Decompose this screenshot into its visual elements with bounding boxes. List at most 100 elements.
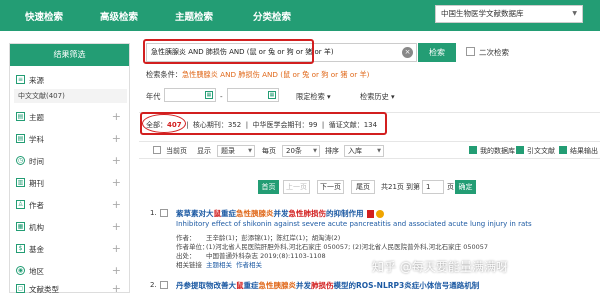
confirm-button[interactable]: 确定 xyxy=(455,180,476,194)
result-title[interactable]: 紫草素对大鼠重症急性胰腺炎并发急性肺损伤的抑制作用 xyxy=(176,208,384,219)
result-title[interactable]: 丹参提取物改善大鼠重症急性胰腺炎并发肺损伤模型的ROS-NLRP3炎症小体信号通… xyxy=(176,280,479,291)
pdf-icon[interactable] xyxy=(366,210,374,218)
sidebar-item-journal[interactable]: ▥ 期刊 + xyxy=(10,173,131,195)
display-label: 显示 xyxy=(197,147,211,155)
per-page-label: 每页 xyxy=(262,147,276,155)
expand-plus-icon[interactable]: + xyxy=(112,176,121,189)
last-page-button[interactable]: 尾页 xyxy=(351,180,375,194)
sidebar-item-discipline[interactable]: ▤ 学科 + xyxy=(10,129,131,151)
source-chinese-docs[interactable]: 中文文献(407) xyxy=(14,89,127,103)
first-page-button[interactable]: 首页 xyxy=(258,180,279,194)
document-icon: ▢ xyxy=(16,284,25,293)
author-related-link[interactable]: 作者相关 xyxy=(236,259,262,269)
expand-plus-icon[interactable]: + xyxy=(112,242,121,255)
calendar-icon[interactable]: ▦ xyxy=(268,91,276,99)
prev-page-button[interactable]: 上一页 xyxy=(283,180,310,194)
search-history-dropdown[interactable]: 检索历史 ▾ xyxy=(360,92,395,102)
expand-plus-icon[interactable]: + xyxy=(112,220,121,233)
current-page-checkbox[interactable] xyxy=(153,146,161,154)
page-number-input[interactable]: 1 xyxy=(422,180,444,194)
year-separator: - xyxy=(220,92,223,101)
year-label: 年代 xyxy=(146,92,161,101)
next-page-button[interactable]: 下一页 xyxy=(317,180,344,194)
result-checkbox[interactable] xyxy=(160,281,168,289)
result-checkbox[interactable] xyxy=(160,209,168,217)
title-part: 模型的ROS-NLRP3炎症小体信号通路机制 xyxy=(333,281,480,290)
sidebar-item-label: 时间 xyxy=(29,157,44,166)
export-link[interactable]: 结果输出 xyxy=(570,146,598,156)
filter-sidebar: 结果筛选 ≡ 来源 中文文献(407) ▤ 主题 + ▤ 学科 + ◷ 时间 +… xyxy=(9,43,131,295)
search-button[interactable]: 检索 xyxy=(418,43,456,62)
sort-select-value: 入库 xyxy=(348,147,362,155)
secondary-search-checkbox[interactable] xyxy=(466,47,475,56)
display-select[interactable]: 题录 ▼ xyxy=(217,145,255,157)
sidebar-item-institution[interactable]: ▦ 机构 + xyxy=(10,217,131,239)
title-part: 重症 xyxy=(221,209,236,218)
sidebar-item-time[interactable]: ◷ 时间 + xyxy=(10,151,131,173)
expand-plus-icon[interactable]: + xyxy=(112,282,121,295)
sidebar-item-subject[interactable]: ▤ 主题 + xyxy=(10,107,131,129)
current-page-label: 当前页 xyxy=(166,147,187,155)
database-select[interactable]: 中国生物医学文献数据库 ▼ xyxy=(435,5,583,23)
secondary-search-label: 二次检索 xyxy=(479,48,509,57)
sort-select[interactable]: 入库 ▼ xyxy=(344,145,384,157)
clear-icon[interactable]: × xyxy=(402,47,413,58)
title-part: 的抑制作用 xyxy=(326,209,364,218)
sidebar-item-label: 主题 xyxy=(29,113,44,122)
nav-category-search[interactable]: 分类检索 xyxy=(253,9,291,23)
per-page-select[interactable]: 20条 ▼ xyxy=(282,145,320,157)
sidebar-item-fund[interactable]: $ 基金 + xyxy=(10,239,131,261)
title-part: 紫草素对大 xyxy=(176,209,214,218)
results-toolbar: 当前页 显示 题录 ▼ 每页 20条 ▼ 排序 入库 ▼ 我的数据库 引文文献 结果输… xyxy=(139,141,600,159)
nav-quick-search[interactable]: 快速检索 xyxy=(25,9,63,23)
clock-icon: ◷ xyxy=(16,156,25,165)
citation-icon xyxy=(516,146,524,154)
expand-plus-icon[interactable]: + xyxy=(112,132,121,145)
year-start-input[interactable]: ▦ xyxy=(164,88,216,102)
sidebar-item-doc-type[interactable]: ▢ 文献类型 + xyxy=(10,279,131,301)
page-unit-label: 页 xyxy=(447,183,454,191)
chevron-down-icon: ▼ xyxy=(313,148,317,154)
search-condition: 检索条件：急性胰腺炎 AND 肺损伤 AND (鼠 or 兔 or 狗 or 猪… xyxy=(146,70,369,80)
chevron-down-icon: ▼ xyxy=(377,148,381,154)
goto-label: 到第 xyxy=(406,183,420,191)
badge-icon xyxy=(375,210,384,218)
search-history-label: 检索历史 xyxy=(360,92,389,101)
title-part: 肺损伤 xyxy=(311,281,334,290)
chevron-down-icon: ▼ xyxy=(248,148,252,154)
title-part: 急性胰腺炎 xyxy=(258,281,297,290)
title-part: 急性胰腺炎 xyxy=(236,209,274,218)
total-pages: 共21页 xyxy=(381,183,404,191)
limit-search-dropdown[interactable]: 限定检索 ▾ xyxy=(296,92,331,102)
sidebar-item-label: 作者 xyxy=(29,201,44,210)
condition-text: 急性胰腺炎 AND 肺损伤 AND (鼠 or 兔 or 狗 or 猪 or 羊… xyxy=(181,70,370,79)
my-database-link[interactable]: 我的数据库 xyxy=(480,146,515,156)
query-highlight-box xyxy=(143,39,314,64)
sidebar-item-label: 期刊 xyxy=(29,179,44,188)
database-select-value: 中国生物医学文献数据库 xyxy=(441,9,524,18)
expand-plus-icon[interactable]: + xyxy=(112,110,121,123)
expand-plus-icon[interactable]: + xyxy=(112,154,121,167)
sort-label: 排序 xyxy=(325,147,339,155)
building-icon: ▦ xyxy=(16,222,25,231)
database-icon xyxy=(469,146,477,154)
expand-plus-icon[interactable]: + xyxy=(112,198,121,211)
nav-subject-search[interactable]: 主题检索 xyxy=(175,9,213,23)
result-number: 1. xyxy=(150,209,157,217)
result-item: 1. 紫草素对大鼠重症急性胰腺炎并发急性肺损伤的抑制作用 Inhibitory … xyxy=(150,208,590,278)
result-item: 2. 丹参提取物改善大鼠重症急性胰腺炎并发肺损伤模型的ROS-NLRP3炎症小体… xyxy=(150,280,590,293)
year-end-input[interactable]: ▦ xyxy=(227,88,279,102)
nav-advanced-search[interactable]: 高级检索 xyxy=(100,9,138,23)
result-subtitle: Inhibitory effect of shikonin against se… xyxy=(176,220,532,228)
person-icon: ♙ xyxy=(16,200,25,209)
per-page-select-value: 20条 xyxy=(286,147,302,155)
calendar-icon[interactable]: ▦ xyxy=(205,91,213,99)
cite-doc-link[interactable]: 引文文献 xyxy=(527,146,555,156)
expand-plus-icon[interactable]: + xyxy=(112,264,121,277)
title-part: 并发 xyxy=(273,209,289,218)
location-icon: ◉ xyxy=(16,266,25,275)
subject-related-link[interactable]: 主题相关 xyxy=(206,259,232,269)
sidebar-item-author[interactable]: ♙ 作者 + xyxy=(10,195,131,217)
title-part: 重症 xyxy=(243,281,259,290)
subject-icon: ▤ xyxy=(16,112,25,121)
